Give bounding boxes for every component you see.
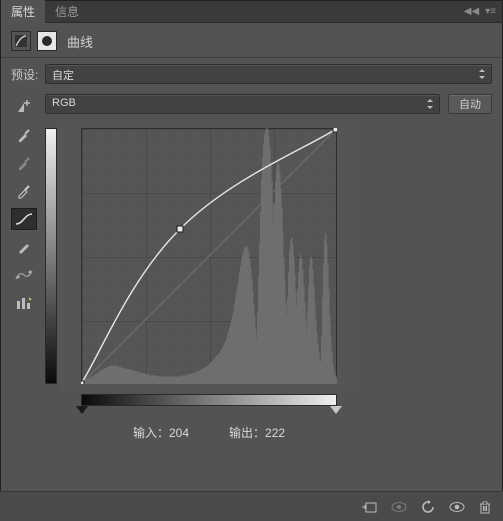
- panel-title-row: 曲线: [1, 23, 502, 58]
- input-gradient: [81, 394, 337, 406]
- target-adjust-icon[interactable]: [11, 96, 37, 118]
- layer-mask-icon: [37, 31, 57, 51]
- tab-properties[interactable]: 属性: [1, 0, 45, 24]
- panel-title: 曲线: [67, 32, 93, 51]
- curve-pencil-tool-icon[interactable]: [11, 236, 37, 258]
- channel-value: RGB: [52, 97, 76, 109]
- collapse-icon[interactable]: ◀◀: [464, 6, 479, 17]
- white-point-slider[interactable]: [330, 406, 342, 414]
- input-label: 输入：: [133, 426, 169, 440]
- tab-info[interactable]: 信息: [45, 0, 89, 24]
- tab-bar: 属性 信息 ◀◀ ▾≡: [1, 1, 502, 23]
- trash-icon[interactable]: [479, 500, 491, 514]
- io-readout: 输入：204 输出：222: [59, 424, 359, 441]
- reset-icon[interactable]: [421, 500, 435, 514]
- channel-row: RGB 自动: [45, 94, 492, 114]
- channel-dropdown[interactable]: RGB: [45, 94, 440, 114]
- clip-warning-icon[interactable]: [11, 292, 37, 314]
- black-point-slider[interactable]: [76, 406, 88, 414]
- smooth-icon[interactable]: [11, 264, 37, 286]
- auto-button[interactable]: 自动: [448, 94, 492, 114]
- eyedropper-white-icon[interactable]: [11, 180, 37, 202]
- view-previous-icon[interactable]: [391, 501, 407, 513]
- grid: [81, 128, 337, 384]
- preset-dropdown[interactable]: 自定: [45, 64, 492, 84]
- curves-chart[interactable]: 输入：204 输出：222: [45, 122, 492, 441]
- preset-value: 自定: [52, 70, 74, 82]
- panel-menu-icon[interactable]: ▾≡: [485, 6, 496, 17]
- output-gradient: [45, 122, 59, 441]
- bottom-toolbar: [0, 491, 503, 521]
- preset-row: 预设: 自定: [1, 58, 502, 90]
- preset-label: 预设:: [11, 66, 39, 83]
- output-label: 输出：: [229, 426, 265, 440]
- toggle-visibility-icon[interactable]: [449, 501, 465, 513]
- curve-point-tool-icon[interactable]: [11, 208, 37, 230]
- eyedropper-gray-icon[interactable]: [11, 152, 37, 174]
- output-value: 222: [265, 426, 285, 440]
- adjustment-type-icon: [11, 31, 31, 51]
- clip-to-layer-icon[interactable]: [361, 500, 377, 514]
- tool-column: [11, 94, 39, 441]
- input-value: 204: [169, 426, 189, 440]
- eyedropper-black-icon[interactable]: [11, 124, 37, 146]
